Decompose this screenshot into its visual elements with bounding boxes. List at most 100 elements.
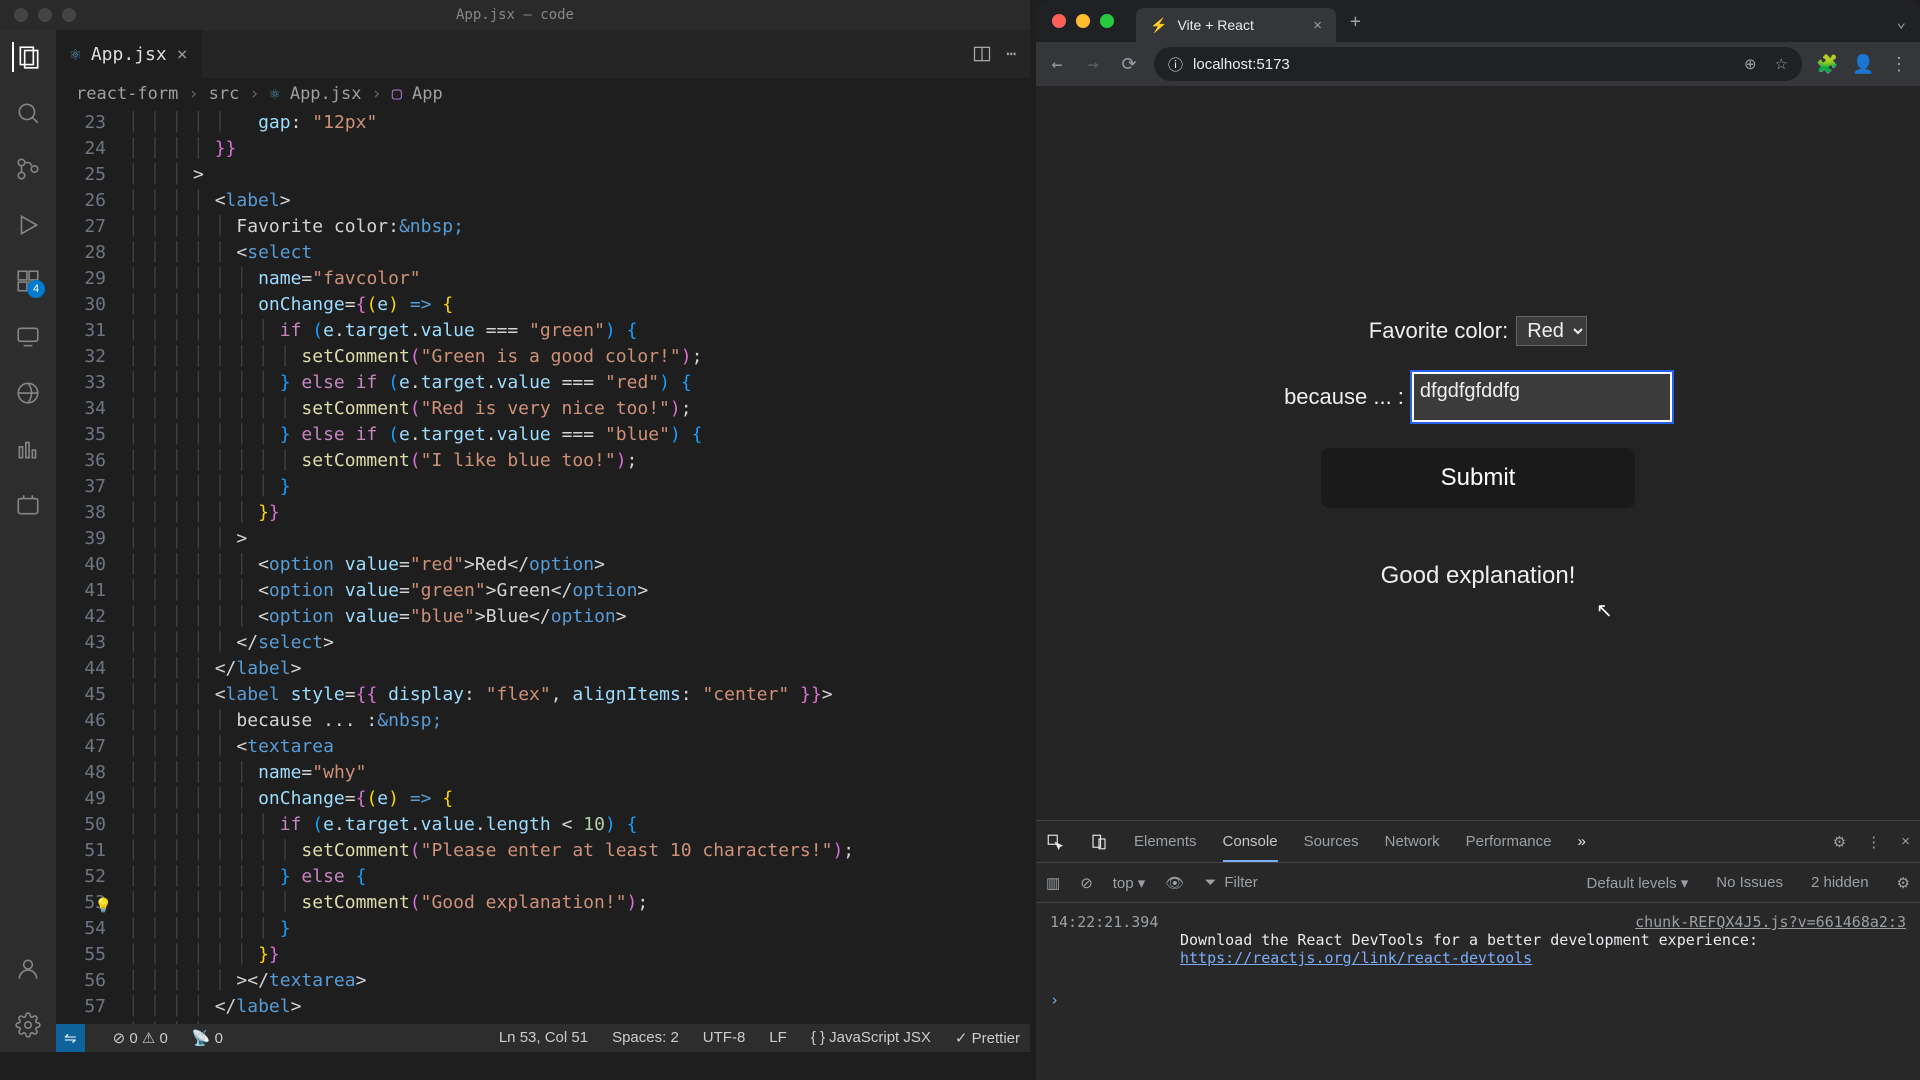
- devtools-tab-network[interactable]: Network: [1385, 833, 1440, 850]
- tab-overflow-icon[interactable]: ⌄: [1896, 12, 1920, 31]
- log-levels[interactable]: Default levels ▾: [1587, 874, 1689, 892]
- mac-zoom-icon[interactable]: [1100, 14, 1114, 28]
- breadcrumb-item[interactable]: App.jsx: [290, 84, 362, 104]
- tab-close-icon[interactable]: ×: [1313, 17, 1322, 34]
- devtools-menu-icon[interactable]: ⋮: [1866, 833, 1881, 851]
- devtools-close-icon[interactable]: ×: [1901, 833, 1910, 851]
- status-eol[interactable]: LF: [769, 1029, 787, 1047]
- mac-zoom-icon[interactable]: [62, 8, 76, 22]
- mac-close-icon[interactable]: [14, 8, 28, 22]
- mac-minimize-icon[interactable]: [1076, 14, 1090, 28]
- breadcrumb-item[interactable]: App: [412, 84, 443, 104]
- log-source[interactable]: chunk-REFQX4J5.js?v=661468a2:3: [1635, 913, 1906, 931]
- source-control-icon[interactable]: [13, 154, 43, 184]
- address-bar-row: ← → ⟳ ⓘ localhost:5173 ⊕ ☆ 🧩 👤 ⋮: [1036, 42, 1920, 86]
- status-errors[interactable]: ⊘ 0 ⚠ 0: [113, 1029, 168, 1047]
- bookmark-icon[interactable]: ☆: [1775, 55, 1788, 73]
- devtools-settings-icon[interactable]: ⚙: [1833, 833, 1846, 851]
- search-icon[interactable]: [13, 98, 43, 128]
- vscode-window: 4 ⚛ App.jsx × ⋯ react-form› src› ⚛App.js…: [0, 30, 1030, 1052]
- status-spaces[interactable]: Spaces: 2: [612, 1029, 679, 1047]
- account-icon[interactable]: [13, 954, 43, 984]
- log-timestamp: 14:22:21.394: [1050, 913, 1158, 931]
- url-bar[interactable]: ⓘ localhost:5173 ⊕ ☆: [1154, 47, 1802, 81]
- status-ports[interactable]: 📡 0: [192, 1029, 223, 1047]
- clear-console-icon[interactable]: ⊘: [1080, 874, 1093, 892]
- site-info-icon[interactable]: ⓘ: [1168, 54, 1183, 75]
- reload-icon[interactable]: ⟳: [1118, 54, 1140, 75]
- mac-minimize-icon[interactable]: [38, 8, 52, 22]
- new-tab-icon[interactable]: +: [1350, 11, 1361, 32]
- tab-close-icon[interactable]: ×: [177, 44, 188, 65]
- copilot-icon[interactable]: [13, 490, 43, 520]
- breadcrumb[interactable]: react-form› src› ⚛App.jsx› ▢App: [56, 78, 1030, 110]
- devtools-tab-elements[interactable]: Elements: [1134, 833, 1197, 850]
- console-sidebar-icon[interactable]: ▥: [1046, 874, 1060, 892]
- liveshare-icon[interactable]: [13, 378, 43, 408]
- browser-tab[interactable]: ⚡ Vite + React ×: [1136, 8, 1336, 42]
- log-link[interactable]: https://reactjs.org/link/react-devtools: [1180, 949, 1532, 967]
- console-prompt[interactable]: ›: [1050, 991, 1906, 1009]
- breadcrumb-item[interactable]: react-form: [76, 84, 178, 104]
- remote-indicator[interactable]: ⇋: [56, 1024, 85, 1052]
- split-editor-icon[interactable]: [972, 44, 992, 64]
- status-prettier[interactable]: ✓ Prettier: [955, 1029, 1020, 1047]
- devtools-tab-performance[interactable]: Performance: [1466, 833, 1552, 850]
- code-editor[interactable]: 2324252627282930313233343536373839404142…: [56, 110, 1030, 1024]
- devtools-tab-sources[interactable]: Sources: [1304, 833, 1359, 850]
- zoom-icon[interactable]: ⊕: [1744, 55, 1757, 73]
- debug-icon[interactable]: [13, 210, 43, 240]
- log-message: Download the React DevTools for a better…: [1050, 931, 1906, 967]
- inspect-icon[interactable]: [1046, 833, 1064, 851]
- tab-app-jsx[interactable]: ⚛ App.jsx ×: [56, 30, 202, 78]
- why-textarea[interactable]: dfgdfgfddfg: [1412, 372, 1672, 422]
- extensions-badge: 4: [27, 280, 45, 298]
- hidden-count[interactable]: 2 hidden: [1811, 874, 1869, 892]
- back-icon[interactable]: ←: [1046, 54, 1068, 75]
- menu-icon[interactable]: ⋮: [1888, 54, 1910, 75]
- comment-text: Good explanation!: [1381, 562, 1576, 590]
- more-actions-icon[interactable]: ⋯: [1006, 44, 1016, 64]
- issues-link[interactable]: No Issues: [1716, 874, 1783, 892]
- because-label: because ... :: [1284, 384, 1404, 410]
- forward-icon: →: [1082, 54, 1104, 75]
- vite-icon: ⚡: [1150, 17, 1167, 34]
- mac-close-icon[interactable]: [1052, 14, 1066, 28]
- more-tabs-icon[interactable]: »: [1578, 833, 1586, 850]
- mouse-cursor-icon: ↖: [1596, 598, 1613, 623]
- favcolor-select[interactable]: Red: [1516, 316, 1587, 346]
- editor-tabs: ⚛ App.jsx × ⋯: [56, 30, 1030, 78]
- filter-icon: ⏷: [1204, 874, 1216, 891]
- react-file-icon: ⚛: [70, 44, 81, 65]
- breadcrumb-item[interactable]: src: [209, 84, 240, 104]
- device-toggle-icon[interactable]: [1090, 833, 1108, 851]
- status-encoding[interactable]: UTF-8: [703, 1029, 746, 1047]
- status-bar: ⇋ ⊘ 0 ⚠ 0 📡 0 Ln 53, Col 51 Spaces: 2 UT…: [56, 1024, 1030, 1052]
- console-settings-icon[interactable]: ⚙: [1897, 874, 1910, 892]
- context-selector[interactable]: top ▾: [1113, 874, 1146, 892]
- console-filter[interactable]: ⏷ Filter: [1204, 874, 1257, 891]
- status-cursor[interactable]: Ln 53, Col 51: [499, 1029, 588, 1047]
- browser-window: ⚡ Vite + React × + ⌄ ← → ⟳ ⓘ localhost:5…: [1036, 0, 1920, 1080]
- favcolor-label: Favorite color:: [1369, 318, 1508, 344]
- live-expression-icon[interactable]: 👁: [1165, 874, 1184, 892]
- window-title: App.jsx — code: [456, 7, 574, 23]
- testing-icon[interactable]: [13, 434, 43, 464]
- activity-bar: 4: [0, 30, 56, 1052]
- extensions-icon[interactable]: 4: [13, 266, 43, 296]
- tab-filename: App.jsx: [91, 44, 167, 65]
- page-content: Favorite color: Red because ... : dfgdfg…: [1036, 86, 1920, 820]
- profile-icon[interactable]: 👤: [1852, 54, 1874, 75]
- extensions-icon[interactable]: 🧩: [1816, 54, 1838, 75]
- console-output[interactable]: 14:22:21.394 chunk-REFQX4J5.js?v=661468a…: [1036, 903, 1920, 1080]
- remote-icon[interactable]: [13, 322, 43, 352]
- submit-button[interactable]: Submit: [1321, 448, 1636, 508]
- status-lang[interactable]: { } JavaScript JSX: [811, 1029, 931, 1047]
- browser-tab-title: Vite + React: [1177, 17, 1253, 33]
- url-text: localhost:5173: [1193, 56, 1290, 73]
- window-titlebar: App.jsx — code: [0, 0, 1030, 30]
- devtools-panel: Elements Console Sources Network Perform…: [1036, 820, 1920, 1080]
- devtools-tab-console[interactable]: Console: [1223, 833, 1278, 862]
- settings-gear-icon[interactable]: [13, 1010, 43, 1040]
- explorer-icon[interactable]: [12, 42, 42, 72]
